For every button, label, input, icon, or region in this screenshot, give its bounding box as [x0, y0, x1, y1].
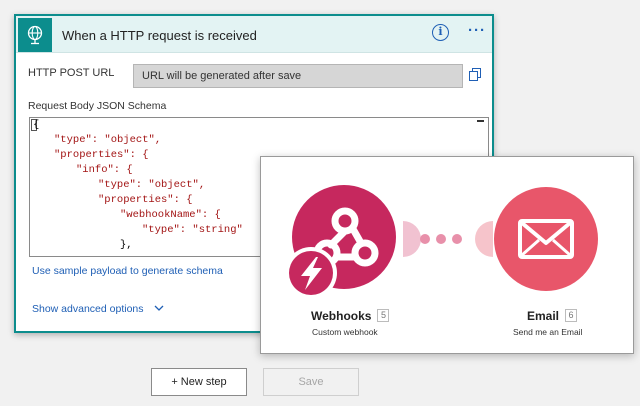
connector-left — [403, 221, 421, 257]
code-line: "info": { — [76, 164, 133, 176]
code-line: { — [33, 119, 40, 131]
connector-right — [475, 221, 493, 257]
code-line: "type": "object", — [98, 179, 206, 191]
email-module-name: Email — [527, 309, 560, 323]
connector-dot — [420, 234, 430, 244]
code-line: "webhookName": { — [120, 209, 221, 221]
email-module[interactable] — [494, 187, 598, 291]
code-line: }, — [120, 239, 133, 251]
code-line: "type": "string" — [142, 224, 243, 236]
instant-trigger-icon — [285, 247, 337, 299]
globe-icon — [18, 18, 52, 52]
scroll-marker — [477, 120, 484, 127]
email-module-subtitle: Send me an Email — [513, 327, 583, 337]
card-header[interactable]: When a HTTP request is received i ··· — [16, 16, 492, 53]
webhooks-module-badge: 5 — [377, 309, 390, 322]
http-post-url-label: HTTP POST URL — [28, 67, 115, 79]
http-post-url-field: URL will be generated after save — [133, 64, 463, 88]
webhooks-module-subtitle: Custom webhook — [312, 327, 378, 337]
schema-label: Request Body JSON Schema — [28, 100, 167, 112]
save-button[interactable]: Save — [263, 368, 359, 396]
info-icon[interactable]: i — [432, 24, 449, 41]
new-step-button[interactable]: + New step — [151, 368, 247, 396]
webhooks-module-label: Webhooks 5 — [311, 309, 390, 323]
scenario-canvas: Webhooks 5 Custom webhook Email 6 Send me … — [260, 156, 634, 354]
scenario-graphics — [285, 185, 598, 299]
advanced-options-link[interactable]: Show advanced options — [32, 303, 164, 315]
chevron-down-icon — [154, 303, 164, 315]
sample-payload-link[interactable]: Use sample payload to generate schema — [32, 265, 223, 277]
email-module-badge: 6 — [565, 309, 578, 322]
code-line: "properties": { — [98, 194, 193, 206]
copy-icon[interactable] — [469, 68, 481, 86]
code-line: "type": "object", — [54, 134, 162, 146]
more-icon[interactable]: ··· — [468, 22, 486, 39]
connector-dot — [436, 234, 446, 244]
connector-dot — [452, 234, 462, 244]
code-line: "properties": { — [54, 149, 149, 161]
email-module-label: Email 6 — [527, 309, 578, 323]
advanced-options-label: Show advanced options — [32, 303, 144, 315]
card-title: When a HTTP request is received — [62, 28, 257, 43]
webhooks-module-name: Webhooks — [311, 309, 372, 323]
